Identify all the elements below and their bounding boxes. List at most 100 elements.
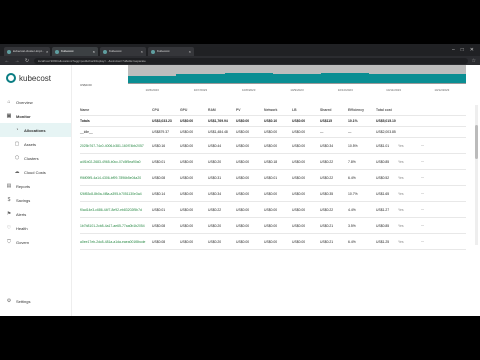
sidebar-item-overview[interactable]: ⌂ Overview [0,95,71,109]
chart-bar-idle [176,65,225,74]
table-cell: US$879.37 [152,130,169,134]
minimize-icon[interactable]: – [452,44,455,56]
chart-bar[interactable] [369,65,418,83]
sidebar-item-label: Monitor [16,113,31,119]
browser-tab[interactable]: Kubecost × [100,47,146,56]
logo[interactable]: kubecost [0,73,71,83]
table-cell: US$0.00 [292,239,306,244]
column-header[interactable]: Name [80,108,152,112]
table-cell: US$0.00 [236,207,250,212]
action-label[interactable]: Yes [398,144,416,148]
allocation-link[interactable]: f96f09f5-4a14-4306-bf99-7896b5e04a20 [80,176,152,180]
table-cell: US$0.01 [264,175,278,180]
table-row[interactable]: a4f1b02-2683-4965-b0cc-07c5f5ea90a0 US$0.… [80,154,466,170]
more-icon[interactable]: ⋯ [416,192,424,196]
table-row[interactable]: a0ee17eb-2dc8-481a-a1da-eaea001f8bcde US$… [80,234,466,250]
allocation-link[interactable]: f0ad14e3-c686-44f7-8e92-eb83202f5b7d [80,208,152,212]
table-cell: US$0.00 [236,175,250,180]
close-icon[interactable]: ✕ [470,44,474,56]
sidebar-item-govern[interactable]: ⛉ Govern [0,235,71,249]
tab-title: kubecost-cluster-tmpl... [13,49,45,53]
column-header[interactable]: GPU [180,108,208,112]
table-row[interactable]: f26f53c8-8b0a-4f8a-a395-b7051130e3a4 US$0… [80,186,466,202]
browser-tab[interactable]: Kubecost × [148,47,194,56]
column-header[interactable]: Shared [320,108,348,112]
close-tab-icon[interactable]: × [189,47,191,56]
chart-bar[interactable] [417,65,466,83]
close-tab-icon[interactable]: × [93,47,95,56]
chart-bar[interactable] [272,65,322,83]
browser-tab[interactable]: kubecost-cluster-tmpl... × [4,47,50,56]
more-icon[interactable]: ⋯ [416,144,424,148]
savings-icon: $ [7,197,11,203]
maximize-icon[interactable]: □ [461,44,464,56]
column-header[interactable]: Efficiency [348,108,376,112]
sidebar-item-settings[interactable]: ⚙ Settings [0,294,36,308]
chart-bar[interactable] [128,65,177,83]
column-header[interactable]: LB [292,108,320,112]
column-header[interactable]: PV [236,108,264,112]
column-header[interactable]: RAM [208,108,236,112]
more-icon[interactable]: ⋯ [416,224,424,228]
sidebar-item-assets[interactable]: ▢ Assets [0,137,71,151]
table-row[interactable]: f96f09f5-4a14-4306-bf99-7896b5e04a20 US$0… [80,170,466,186]
table-cell: 6.4% [348,239,356,244]
more-icon[interactable]: ⋯ [416,240,424,244]
chart-x-tick: 10/12/2023 [434,88,450,92]
close-tab-icon[interactable]: × [46,47,48,56]
action-label[interactable]: Yes [398,192,416,196]
chart-axis [128,83,466,84]
chart-y-label: US$0.00 [80,83,92,87]
allocation-link[interactable]: f26f53c8-8b0a-4f8a-a395-b7051130e3a4 [80,192,152,196]
allocation-link[interactable]: a0ee17eb-2dc8-481a-a1da-eaea001f8bcde [80,240,152,244]
allocation-link[interactable]: 1b7b8101-2cb8-4a17-ae65-77aa0b1b2054 [80,224,152,228]
table-row[interactable]: f0ad14e3-c686-44f7-8e92-eb83202f5b7d US$0… [80,202,466,218]
action-label[interactable]: Yes [398,160,416,164]
chart-bar[interactable] [321,65,370,83]
column-header[interactable]: Total cost [376,108,398,112]
column-header[interactable]: Network [264,108,292,112]
table-row[interactable]: 1b7b8101-2cb8-4a17-ae65-77aa0b1b2054 US$0… [80,218,466,234]
favicon-icon [55,49,59,54]
sidebar-item-reports[interactable]: ▤ Reports [0,179,71,193]
forward-icon[interactable]: → [14,58,20,64]
action-label[interactable]: Yes [398,224,416,228]
table-cell: US$1,484.48 [208,130,228,134]
table-row[interactable]: 2025b767-74c0-4006-b381-160f74bb2057 US$0… [80,138,466,154]
action-label[interactable]: Yes [398,240,416,244]
action-label[interactable]: Yes [398,176,416,180]
more-icon[interactable]: ⋯ [416,208,424,212]
scrollbar[interactable] [475,105,478,245]
chart-bar[interactable] [176,65,225,83]
sidebar-item-monitor[interactable]: ▣ Monitor [0,109,71,123]
address-bar: ← → ↻ localhost:9090/allocations?agg=pod… [0,56,480,65]
back-icon[interactable]: ← [4,58,10,64]
reload-icon[interactable]: ↻ [24,58,30,64]
sidebar-item-savings[interactable]: $ Savings [0,193,71,207]
more-icon[interactable]: ⋯ [416,160,424,164]
sidebar-item-clusters[interactable]: ⬡ Clusters [0,151,71,165]
favicon-icon [103,49,107,54]
sidebar-item-cloud-costs[interactable]: ☁ Cloud Costs [0,165,71,179]
scrollbar-thumb[interactable] [475,125,478,159]
allocation-link[interactable]: 2025b767-74c0-4006-b381-160f74bb2057 [80,144,152,148]
idle-row[interactable]: __idle__ US$879.37 US$0.00 US$1,484.48 US$0.… [80,127,466,138]
chart-x-tick: 10/8/2023 [242,88,256,92]
sidebar-item-alerts[interactable]: ⚑ Alerts [0,207,71,221]
table-cell: US$0.00 [264,143,278,148]
column-header[interactable]: CPU [152,108,180,112]
chart-bar[interactable] [224,65,273,83]
browser-tab[interactable]: Kubecost × [52,47,98,56]
sidebar-item-health[interactable]: ♡ Health [0,221,71,235]
close-tab-icon[interactable]: × [141,47,143,56]
sidebar-item-allocations[interactable]: ◔ Allocations [0,123,71,137]
table-cell: 6.4% [348,175,356,180]
action-label[interactable]: Yes [398,208,416,212]
more-icon[interactable]: ⋯ [416,176,424,180]
allocation-link[interactable]: a4f1b02-2683-4965-b0cc-07c5f5ea90a0 [80,160,152,164]
tab-title: Kubecost [61,49,74,53]
table-cell: 10.5% [348,143,358,148]
url-field[interactable]: localhost:9090/allocations?agg=pod&chart… [34,57,468,64]
totals-row[interactable]: Totals US$3,033.23 US$0.00 US$1,769.94 US$0.… [80,116,466,127]
star-icon[interactable]: ☆ [472,58,476,64]
